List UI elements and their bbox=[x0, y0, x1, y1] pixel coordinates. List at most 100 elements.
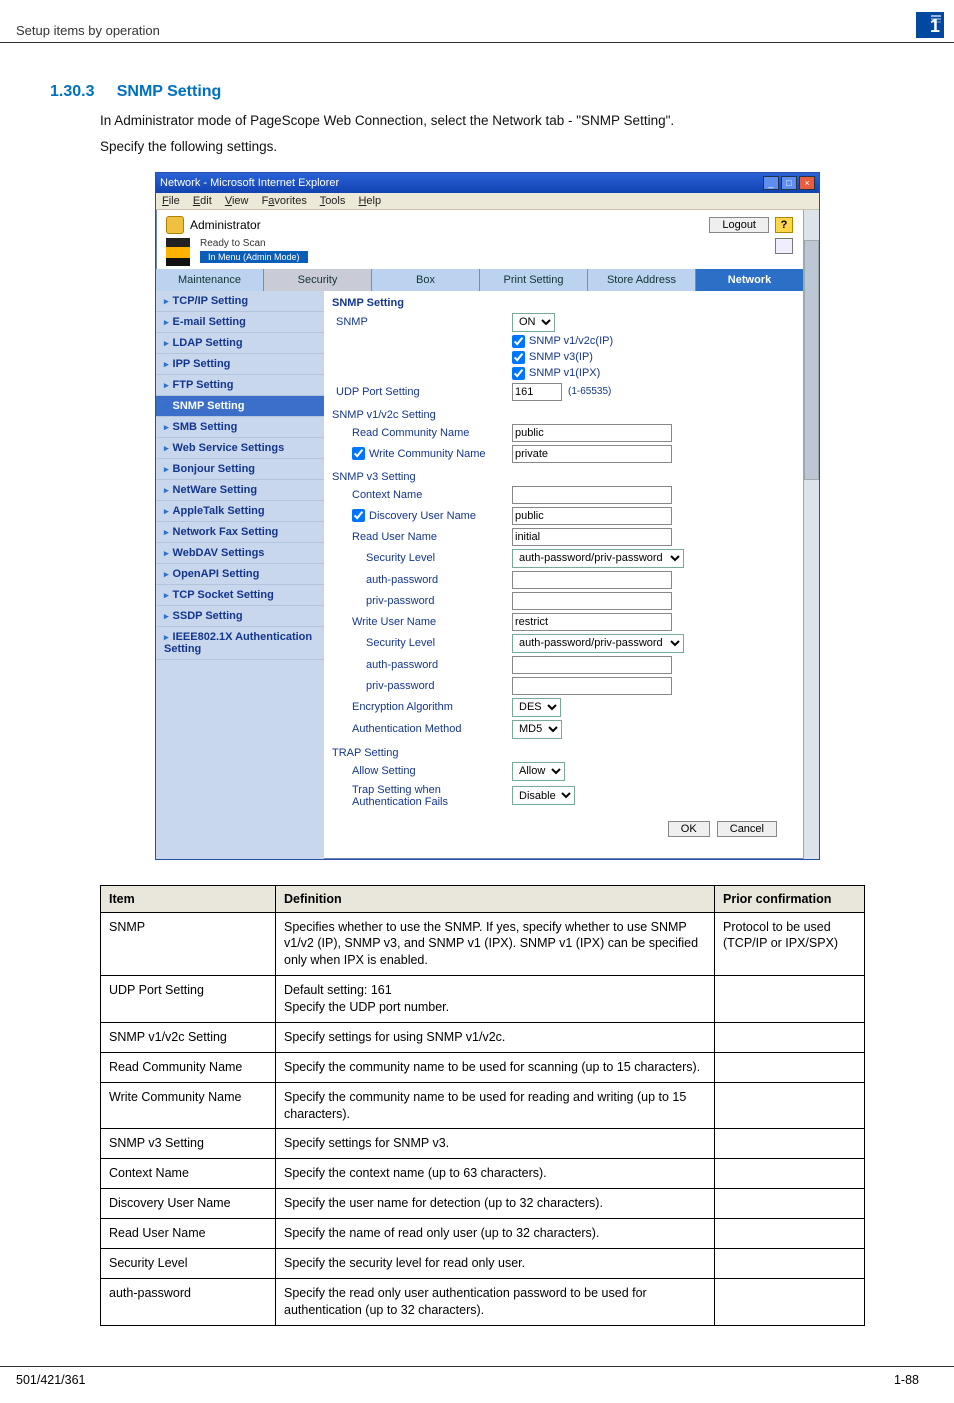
write-privpw-input[interactable] bbox=[512, 677, 672, 695]
menu-edit[interactable]: Edit bbox=[193, 195, 212, 207]
context-name-input[interactable] bbox=[512, 486, 672, 504]
status-mode: In Menu (Admin Mode) bbox=[200, 251, 308, 263]
udp-port-input[interactable] bbox=[512, 383, 562, 401]
sidebar-item-email[interactable]: E-mail Setting bbox=[156, 312, 324, 333]
read-privpw-input[interactable] bbox=[512, 592, 672, 610]
window-maximize-icon[interactable]: □ bbox=[781, 176, 797, 190]
snmp-v1ipx-checkbox[interactable]: SNMP v1(IPX) bbox=[512, 367, 600, 380]
snmp-select[interactable]: ON bbox=[512, 313, 555, 332]
menu-file[interactable]: File bbox=[162, 195, 180, 207]
cell-item: Context Name bbox=[101, 1159, 276, 1189]
cell-definition: Specify the context name (up to 63 chara… bbox=[276, 1159, 715, 1189]
sidebar-item-ftp[interactable]: FTP Setting bbox=[156, 375, 324, 396]
sidebar-item-tcpsocket[interactable]: TCP Socket Setting bbox=[156, 585, 324, 606]
encryption-alg-select[interactable]: DES bbox=[512, 698, 561, 717]
col-definition: Definition bbox=[276, 885, 715, 912]
discovery-user-input[interactable] bbox=[512, 507, 672, 525]
group-trap: TRAP Setting bbox=[332, 747, 795, 759]
cancel-button[interactable]: Cancel bbox=[717, 821, 777, 837]
read-user-input[interactable] bbox=[512, 528, 672, 546]
snmp-v3-checkbox[interactable]: SNMP v3(IP) bbox=[512, 351, 593, 364]
cell-prior: Protocol to be used (TCP/IP or IPX/SPX) bbox=[715, 912, 865, 976]
write-user-input[interactable] bbox=[512, 613, 672, 631]
table-row: SNMP v1/v2c SettingSpecify settings for … bbox=[101, 1022, 865, 1052]
trap-fail-label: Trap Setting when Authentication Fails bbox=[332, 784, 512, 808]
write-security-select[interactable]: auth-password/priv-password bbox=[512, 634, 684, 653]
admin-icon bbox=[166, 216, 184, 234]
tab-print-setting[interactable]: Print Setting bbox=[480, 269, 588, 291]
table-row: Discovery User NameSpecify the user name… bbox=[101, 1189, 865, 1219]
read-community-input[interactable] bbox=[512, 424, 672, 442]
trap-fail-select[interactable]: Disable bbox=[512, 786, 575, 805]
sidebar-item-tcpip[interactable]: TCP/IP Setting bbox=[156, 291, 324, 312]
help-icon[interactable]: ? bbox=[775, 217, 793, 233]
menu-tools[interactable]: Tools bbox=[320, 195, 346, 207]
sidebar-item-webdav[interactable]: WebDAV Settings bbox=[156, 543, 324, 564]
table-row: UDP Port SettingDefault setting: 161 Spe… bbox=[101, 976, 865, 1023]
discovery-user-checkbox[interactable]: Discovery User Name bbox=[352, 509, 512, 522]
menu-favorites[interactable]: Favorites bbox=[262, 195, 307, 207]
sidebar-item-ldap[interactable]: LDAP Setting bbox=[156, 333, 324, 354]
write-privpw-label: priv-password bbox=[332, 680, 512, 692]
tab-maintenance[interactable]: Maintenance bbox=[156, 269, 264, 291]
sidebar-item-webservice[interactable]: Web Service Settings bbox=[156, 438, 324, 459]
sidebar-item-ssdp[interactable]: SSDP Setting bbox=[156, 606, 324, 627]
encryption-alg-label: Encryption Algorithm bbox=[332, 701, 512, 713]
tab-store-address[interactable]: Store Address bbox=[588, 269, 696, 291]
sidebar-item-networkfax[interactable]: Network Fax Setting bbox=[156, 522, 324, 543]
allow-setting-select[interactable]: Allow bbox=[512, 762, 565, 781]
read-community-label: Read Community Name bbox=[332, 427, 512, 439]
status-ready: Ready to Scan bbox=[200, 238, 793, 249]
cell-prior bbox=[715, 1129, 865, 1159]
cell-definition: Specify the community name to be used fo… bbox=[276, 1052, 715, 1082]
device-status-icon bbox=[166, 238, 190, 266]
cell-prior bbox=[715, 976, 865, 1023]
sidebar-item-ieee8021x[interactable]: IEEE802.1X Authentication Setting bbox=[156, 627, 324, 660]
sidebar-item-netware[interactable]: NetWare Setting bbox=[156, 480, 324, 501]
browser-menubar[interactable]: File Edit View Favorites Tools Help bbox=[156, 193, 819, 210]
udp-port-range: (1-65535) bbox=[568, 386, 611, 397]
cell-definition: Default setting: 161 Specify the UDP por… bbox=[276, 976, 715, 1023]
cell-prior bbox=[715, 1022, 865, 1052]
table-row: Read Community NameSpecify the community… bbox=[101, 1052, 865, 1082]
sidebar-item-appletalk[interactable]: AppleTalk Setting bbox=[156, 501, 324, 522]
logout-button[interactable]: Logout bbox=[709, 217, 769, 233]
read-privpw-label: priv-password bbox=[332, 595, 512, 607]
snmp-v1v2c-checkbox[interactable]: SNMP v1/v2c(IP) bbox=[512, 335, 613, 348]
cell-definition: Specify the read only user authenticatio… bbox=[276, 1278, 715, 1325]
snmp-label: SNMP bbox=[332, 316, 512, 328]
section-title: SNMP Setting bbox=[117, 83, 222, 100]
cell-item: SNMP v3 Setting bbox=[101, 1129, 276, 1159]
sidebar-item-snmp[interactable]: SNMP Setting bbox=[156, 396, 324, 417]
cell-item: UDP Port Setting bbox=[101, 976, 276, 1023]
cell-prior bbox=[715, 1052, 865, 1082]
sidebar-item-smb[interactable]: SMB Setting bbox=[156, 417, 324, 438]
read-authpw-input[interactable] bbox=[512, 571, 672, 589]
sidebar-item-ipp[interactable]: IPP Setting bbox=[156, 354, 324, 375]
window-minimize-icon[interactable]: _ bbox=[763, 176, 779, 190]
write-community-input[interactable] bbox=[512, 445, 672, 463]
write-community-checkbox[interactable]: Write Community Name bbox=[352, 447, 512, 460]
write-authpw-input[interactable] bbox=[512, 656, 672, 674]
write-authpw-label: auth-password bbox=[332, 659, 512, 671]
tab-network[interactable]: Network bbox=[696, 269, 803, 291]
menu-help[interactable]: Help bbox=[358, 195, 381, 207]
table-row: auth-passwordSpecify the read only user … bbox=[101, 1278, 865, 1325]
sidebar-item-bonjour[interactable]: Bonjour Setting bbox=[156, 459, 324, 480]
cell-definition: Specify the name of read only user (up t… bbox=[276, 1219, 715, 1249]
read-user-label: Read User Name bbox=[332, 531, 512, 543]
refresh-icon[interactable] bbox=[775, 238, 793, 254]
read-security-select[interactable]: auth-password/priv-password bbox=[512, 549, 684, 568]
auth-method-select[interactable]: MD5 bbox=[512, 720, 562, 739]
menu-view[interactable]: View bbox=[225, 195, 249, 207]
context-name-label: Context Name bbox=[332, 489, 512, 501]
tab-security[interactable]: Security bbox=[264, 269, 372, 291]
footer-page: 1-88 bbox=[894, 1373, 919, 1387]
window-close-icon[interactable]: × bbox=[799, 176, 815, 190]
vertical-scrollbar[interactable] bbox=[803, 210, 819, 859]
ok-button[interactable]: OK bbox=[668, 821, 710, 837]
tab-box[interactable]: Box bbox=[372, 269, 480, 291]
sidebar-item-openapi[interactable]: OpenAPI Setting bbox=[156, 564, 324, 585]
table-row: SNMP v3 SettingSpecify settings for SNMP… bbox=[101, 1129, 865, 1159]
footer-model: 501/421/361 bbox=[16, 1373, 86, 1387]
